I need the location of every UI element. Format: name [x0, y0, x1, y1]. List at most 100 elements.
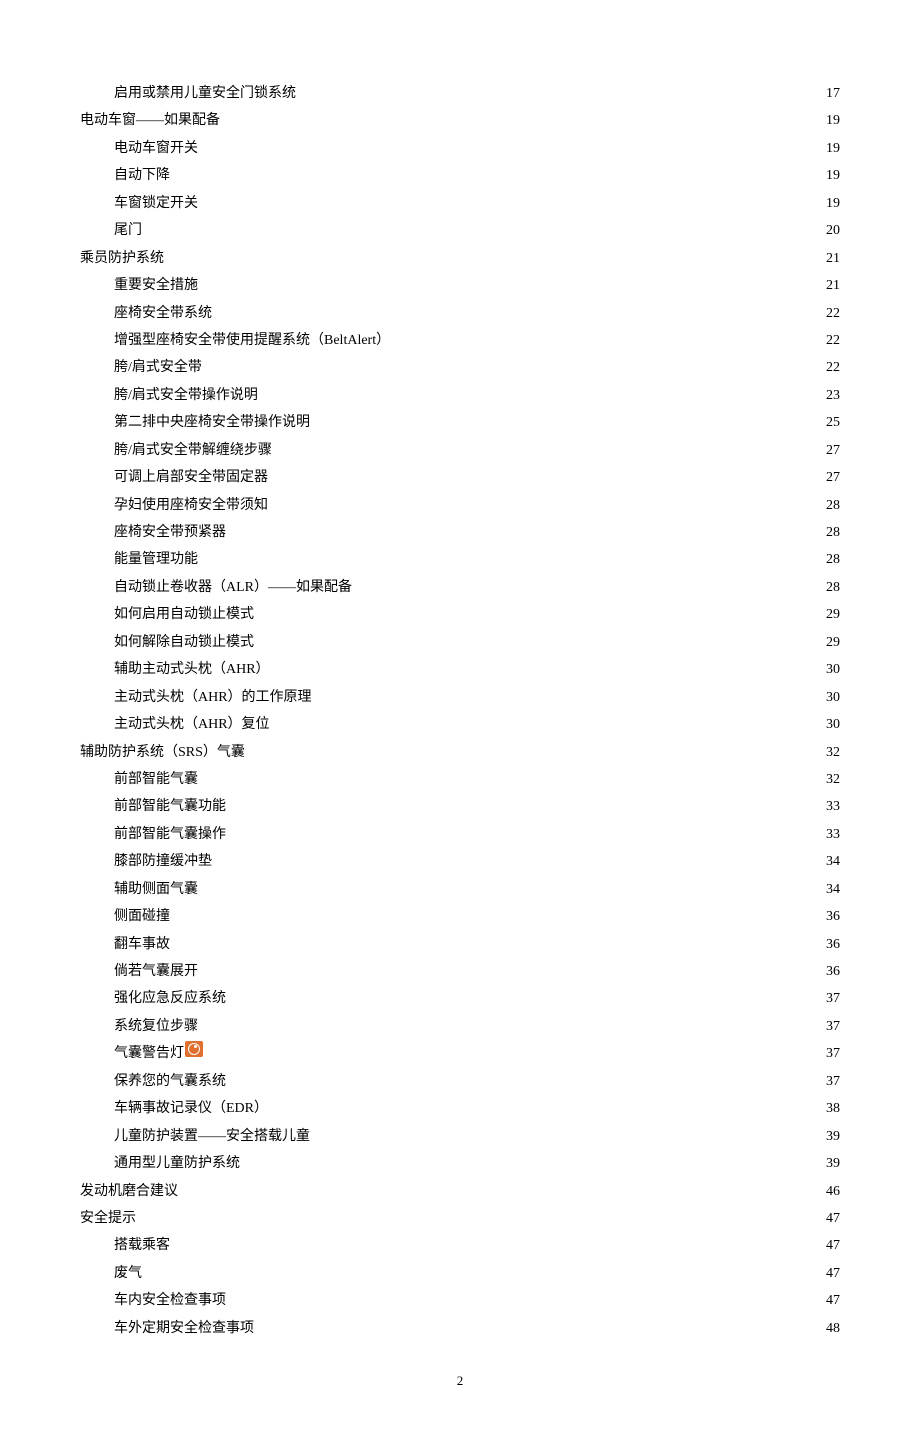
- toc-title: 尾门: [114, 217, 142, 244]
- toc-page-number: 21: [826, 245, 840, 272]
- toc-page-number: 39: [826, 1150, 840, 1177]
- toc-page-number: 21: [826, 272, 840, 299]
- toc-title: 启用或禁用儿童安全门锁系统: [114, 80, 296, 107]
- toc-title: 主动式头枕（AHR）复位: [114, 711, 270, 738]
- toc-title: 发动机磨合建议: [80, 1178, 178, 1205]
- toc-page-number: 28: [826, 546, 840, 573]
- toc-page-number: 29: [826, 601, 840, 628]
- toc-entry: 辅助侧面气囊 34: [80, 876, 840, 903]
- toc-page-number: 28: [826, 519, 840, 546]
- toc-title: 第二排中央座椅安全带操作说明: [114, 409, 310, 436]
- toc-page-number: 19: [826, 162, 840, 189]
- toc-page-number: 34: [826, 848, 840, 875]
- toc-entry: 儿童防护装置——安全搭载儿童39: [80, 1123, 840, 1150]
- toc-page-number: 28: [826, 492, 840, 519]
- toc-entry: 车外定期安全检查事项 48: [80, 1315, 840, 1342]
- toc-title: 前部智能气囊: [114, 766, 198, 793]
- toc-entry: 主动式头枕（AHR）复位 30: [80, 711, 840, 738]
- toc-page-number: 22: [826, 327, 840, 354]
- toc-page-number: 37: [826, 1068, 840, 1095]
- toc-entry: 主动式头枕（AHR）的工作原理30: [80, 684, 840, 711]
- toc-title: 废气: [114, 1260, 142, 1287]
- toc-title: 车窗锁定开关: [114, 190, 198, 217]
- toc-page-number: 38: [826, 1095, 840, 1122]
- toc-title: 自动下降: [114, 162, 170, 189]
- toc-title: 乘员防护系统: [80, 245, 164, 272]
- toc-entry: 前部智能气囊功能 33: [80, 793, 840, 820]
- toc-page-number: 19: [826, 190, 840, 217]
- toc-page-number: 32: [826, 766, 840, 793]
- toc-page-number: 33: [826, 821, 840, 848]
- toc-entry: 前部智能气囊 32: [80, 766, 840, 793]
- toc-entry: 通用型儿童防护系统 39: [80, 1150, 840, 1177]
- toc-page-number: 48: [826, 1315, 840, 1342]
- toc-title: 增强型座椅安全带使用提醒系统（BeltAlert）: [114, 327, 390, 354]
- toc-entry: 翻车事故 36: [80, 931, 840, 958]
- toc-title: 车内安全检查事项: [114, 1287, 226, 1314]
- toc-title: 前部智能气囊操作: [114, 821, 226, 848]
- toc-entry: 能量管理功能28: [80, 546, 840, 573]
- toc-title: 座椅安全带系统: [114, 300, 212, 327]
- toc-title: 孕妇使用座椅安全带须知: [114, 492, 268, 519]
- toc-page-number: 20: [826, 217, 840, 244]
- toc-page-number: 37: [826, 1013, 840, 1040]
- toc-page-number: 22: [826, 300, 840, 327]
- toc-entry: 座椅安全带预紧器28: [80, 519, 840, 546]
- toc-title: 车外定期安全检查事项: [114, 1315, 254, 1342]
- toc-page-number: 28: [826, 574, 840, 601]
- toc-page-number: 30: [826, 656, 840, 683]
- toc-page-number: 36: [826, 931, 840, 958]
- toc-entry: 系统复位步骤 37: [80, 1013, 840, 1040]
- toc-title: 胯/肩式安全带解缠绕步骤: [114, 437, 272, 464]
- toc-entry: 倘若气囊展开 36: [80, 958, 840, 985]
- toc-page-number: 23: [826, 382, 840, 409]
- toc-page-number: 37: [826, 1040, 840, 1067]
- toc-title: 翻车事故: [114, 931, 170, 958]
- toc-entry: 车窗锁定开关 19: [80, 190, 840, 217]
- toc-entry: 搭载乘客 47: [80, 1232, 840, 1259]
- toc-title: 前部智能气囊功能: [114, 793, 226, 820]
- toc-title: 胯/肩式安全带操作说明: [114, 382, 258, 409]
- toc-entry: 发动机磨合建议46: [80, 1178, 840, 1205]
- toc-entry: 气囊警告灯37: [80, 1040, 840, 1067]
- toc-entry: 尾门 20: [80, 217, 840, 244]
- toc-entry: 车辆事故记录仪（EDR）38: [80, 1095, 840, 1122]
- toc-title: 通用型儿童防护系统: [114, 1150, 240, 1177]
- toc-entry: 强化应急反应系统37: [80, 985, 840, 1012]
- toc-page-number: 25: [826, 409, 840, 436]
- toc-page-number: 29: [826, 629, 840, 656]
- toc-entry: 如何启用自动锁止模式 29: [80, 601, 840, 628]
- page-number: 2: [80, 1368, 840, 1393]
- toc-page-number: 47: [826, 1232, 840, 1259]
- toc-title: 辅助侧面气囊: [114, 876, 198, 903]
- toc-entry: 安全提示47: [80, 1205, 840, 1232]
- toc-page-number: 36: [826, 903, 840, 930]
- toc-page-number: 37: [826, 985, 840, 1012]
- toc-title: 儿童防护装置——安全搭载儿童: [114, 1123, 310, 1150]
- toc-page-number: 34: [826, 876, 840, 903]
- toc-entry: 自动锁止卷收器（ALR）——如果配备28: [80, 574, 840, 601]
- toc-entry: 增强型座椅安全带使用提醒系统（BeltAlert） 22: [80, 327, 840, 354]
- toc-entry: 电动车窗——如果配备19: [80, 107, 840, 134]
- toc-entry: 保养您的气囊系统37: [80, 1068, 840, 1095]
- toc-page-number: 27: [826, 437, 840, 464]
- toc-title: 辅助主动式头枕（AHR）: [114, 656, 270, 683]
- toc-title: 辅助防护系统（SRS）气囊: [80, 739, 245, 766]
- toc-page-number: 47: [826, 1260, 840, 1287]
- toc-title: 如何启用自动锁止模式: [114, 601, 254, 628]
- toc-page-number: 22: [826, 354, 840, 381]
- toc-page-number: 33: [826, 793, 840, 820]
- toc-title: 侧面碰撞: [114, 903, 170, 930]
- table-of-contents: 启用或禁用儿童安全门锁系统17电动车窗——如果配备19电动车窗开关19自动下降1…: [80, 80, 840, 1342]
- toc-entry: 可调上肩部安全带固定器27: [80, 464, 840, 491]
- toc-title: 倘若气囊展开: [114, 958, 198, 985]
- toc-title: 重要安全措施: [114, 272, 198, 299]
- toc-page-number: 30: [826, 711, 840, 738]
- toc-page-number: 36: [826, 958, 840, 985]
- toc-entry: 侧面碰撞 36: [80, 903, 840, 930]
- toc-entry: 前部智能气囊操作 33: [80, 821, 840, 848]
- toc-title: 搭载乘客: [114, 1232, 170, 1259]
- toc-entry: 孕妇使用座椅安全带须知 28: [80, 492, 840, 519]
- toc-title: 系统复位步骤: [114, 1013, 198, 1040]
- toc-title: 主动式头枕（AHR）的工作原理: [114, 684, 312, 711]
